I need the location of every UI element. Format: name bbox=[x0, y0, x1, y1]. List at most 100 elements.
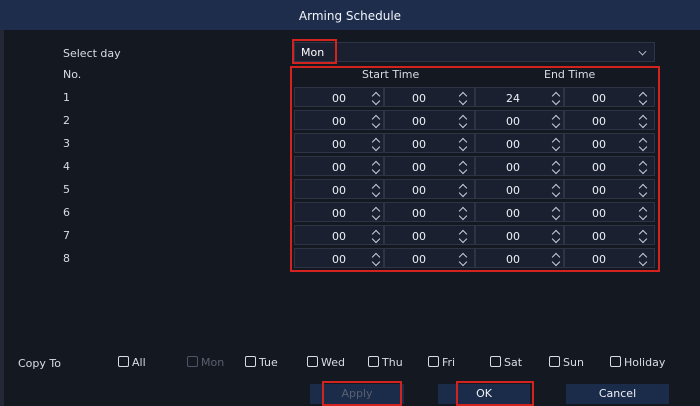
dialog-titlebar: Arming Schedule bbox=[0, 0, 700, 30]
spinner-icon[interactable] bbox=[458, 205, 468, 221]
end-minute-field[interactable]: 00 bbox=[564, 248, 655, 268]
row-number: 8 bbox=[63, 252, 70, 265]
spinner-icon[interactable] bbox=[458, 251, 468, 267]
start-hour-field[interactable]: 00 bbox=[294, 179, 384, 199]
time-value: 00 bbox=[332, 230, 346, 243]
spinner-icon[interactable] bbox=[638, 113, 648, 129]
time-value: 00 bbox=[592, 230, 606, 243]
spinner-icon[interactable] bbox=[551, 136, 561, 152]
end-minute-field[interactable]: 00 bbox=[564, 110, 655, 130]
checkbox-icon bbox=[549, 356, 560, 367]
end-hour-field[interactable]: 00 bbox=[475, 133, 564, 153]
checkbox-icon bbox=[428, 356, 439, 367]
time-value: 00 bbox=[412, 230, 426, 243]
start-hour-field[interactable]: 00 bbox=[294, 87, 384, 107]
time-value: 24 bbox=[506, 92, 520, 105]
spinner-icon[interactable] bbox=[551, 182, 561, 198]
spinner-icon[interactable] bbox=[638, 136, 648, 152]
time-value: 00 bbox=[506, 115, 520, 128]
spinner-icon[interactable] bbox=[371, 159, 381, 175]
row-number: 3 bbox=[63, 137, 70, 150]
cancel-button[interactable]: Cancel bbox=[566, 384, 669, 404]
end-hour-field[interactable]: 24 bbox=[475, 87, 564, 107]
apply-button[interactable]: Apply bbox=[310, 384, 404, 404]
start-minute-field[interactable]: 00 bbox=[384, 87, 475, 107]
end-minute-field[interactable]: 00 bbox=[564, 87, 655, 107]
spinner-icon[interactable] bbox=[551, 113, 561, 129]
start-minute-field[interactable]: 00 bbox=[384, 179, 475, 199]
spinner-icon[interactable] bbox=[458, 90, 468, 106]
time-value: 00 bbox=[412, 138, 426, 151]
checkbox-label: Mon bbox=[201, 356, 225, 369]
spinner-icon[interactable] bbox=[551, 205, 561, 221]
time-value: 00 bbox=[332, 92, 346, 105]
end-hour-field[interactable]: 00 bbox=[475, 225, 564, 245]
time-value: 00 bbox=[506, 138, 520, 151]
spinner-icon[interactable] bbox=[371, 182, 381, 198]
time-value: 00 bbox=[412, 253, 426, 266]
time-value: 00 bbox=[412, 115, 426, 128]
time-value: 00 bbox=[412, 184, 426, 197]
end-hour-field[interactable]: 00 bbox=[475, 248, 564, 268]
copy-to-label: Copy To bbox=[18, 357, 61, 370]
row-number: 5 bbox=[63, 183, 70, 196]
start-minute-field[interactable]: 00 bbox=[384, 133, 475, 153]
time-row: 00 00 00 00 bbox=[294, 133, 655, 153]
checkbox-icon bbox=[610, 356, 621, 367]
select-day-dropdown[interactable]: Mon bbox=[294, 42, 655, 62]
start-hour-field[interactable]: 00 bbox=[294, 110, 384, 130]
spinner-icon[interactable] bbox=[371, 228, 381, 244]
time-value: 00 bbox=[592, 92, 606, 105]
spinner-icon[interactable] bbox=[551, 90, 561, 106]
start-hour-field[interactable]: 00 bbox=[294, 202, 384, 222]
end-minute-field[interactable]: 00 bbox=[564, 225, 655, 245]
spinner-icon[interactable] bbox=[638, 90, 648, 106]
start-hour-field[interactable]: 00 bbox=[294, 156, 384, 176]
start-hour-field[interactable]: 00 bbox=[294, 248, 384, 268]
start-minute-field[interactable]: 00 bbox=[384, 202, 475, 222]
time-value: 00 bbox=[592, 184, 606, 197]
spinner-icon[interactable] bbox=[371, 113, 381, 129]
ok-button[interactable]: OK bbox=[438, 384, 530, 404]
spinner-icon[interactable] bbox=[458, 159, 468, 175]
end-hour-field[interactable]: 00 bbox=[475, 110, 564, 130]
end-minute-field[interactable]: 00 bbox=[564, 179, 655, 199]
spinner-icon[interactable] bbox=[458, 228, 468, 244]
spinner-icon[interactable] bbox=[458, 136, 468, 152]
time-value: 00 bbox=[332, 138, 346, 151]
checkbox-label: All bbox=[132, 356, 146, 369]
spinner-icon[interactable] bbox=[371, 136, 381, 152]
time-row: 00 00 00 00 bbox=[294, 202, 655, 222]
row-number: 4 bbox=[63, 160, 70, 173]
end-minute-field[interactable]: 00 bbox=[564, 202, 655, 222]
start-minute-field[interactable]: 00 bbox=[384, 156, 475, 176]
end-minute-field[interactable]: 00 bbox=[564, 133, 655, 153]
time-row: 00 00 00 00 bbox=[294, 156, 655, 176]
start-minute-field[interactable]: 00 bbox=[384, 225, 475, 245]
start-hour-field[interactable]: 00 bbox=[294, 225, 384, 245]
spinner-icon[interactable] bbox=[638, 182, 648, 198]
spinner-icon[interactable] bbox=[551, 251, 561, 267]
spinner-icon[interactable] bbox=[371, 205, 381, 221]
spinner-icon[interactable] bbox=[638, 251, 648, 267]
spinner-icon[interactable] bbox=[638, 205, 648, 221]
end-hour-field[interactable]: 00 bbox=[475, 179, 564, 199]
spinner-icon[interactable] bbox=[371, 90, 381, 106]
checkbox-label: Sat bbox=[504, 356, 523, 369]
start-hour-field[interactable]: 00 bbox=[294, 133, 384, 153]
spinner-icon[interactable] bbox=[371, 251, 381, 267]
spinner-icon[interactable] bbox=[638, 228, 648, 244]
spinner-icon[interactable] bbox=[458, 182, 468, 198]
end-minute-field[interactable]: 00 bbox=[564, 156, 655, 176]
checkbox-icon bbox=[307, 356, 318, 367]
time-value: 00 bbox=[592, 253, 606, 266]
spinner-icon[interactable] bbox=[638, 159, 648, 175]
end-hour-field[interactable]: 00 bbox=[475, 202, 564, 222]
checkbox-label: Holiday bbox=[624, 356, 666, 369]
end-hour-field[interactable]: 00 bbox=[475, 156, 564, 176]
spinner-icon[interactable] bbox=[551, 159, 561, 175]
spinner-icon[interactable] bbox=[551, 228, 561, 244]
spinner-icon[interactable] bbox=[458, 113, 468, 129]
start-minute-field[interactable]: 00 bbox=[384, 248, 475, 268]
start-minute-field[interactable]: 00 bbox=[384, 110, 475, 130]
